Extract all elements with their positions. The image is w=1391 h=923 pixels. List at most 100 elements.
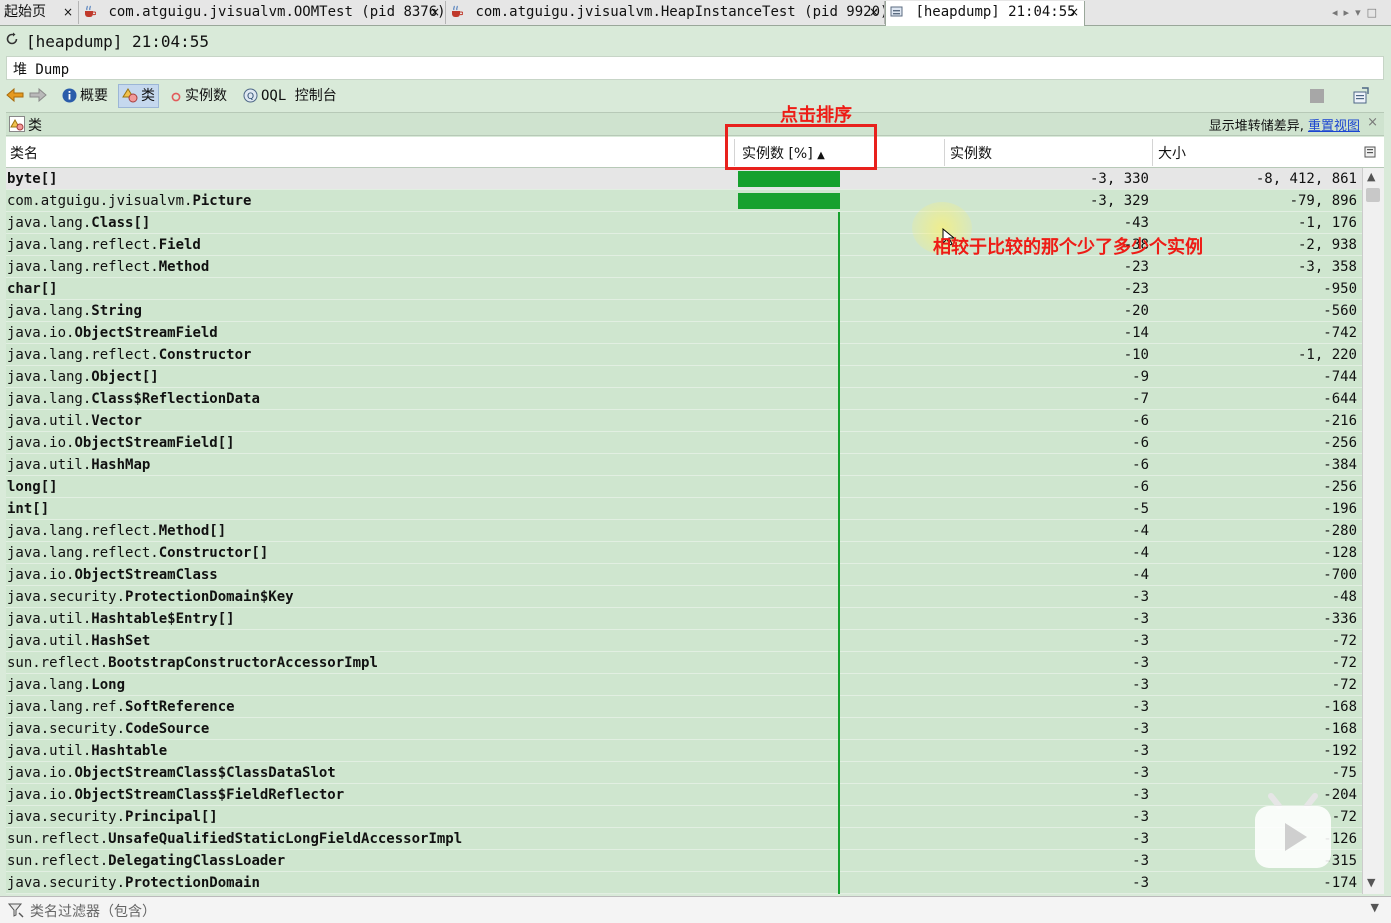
package-name: java.lang.reflect. [7,545,159,561]
annotation-diff-hint: 相较于比较的那个少了多少个实例 [933,237,1203,258]
table-row[interactable]: java.lang.ref.SoftReference -3 -168 [6,696,1362,718]
table-row[interactable]: sun.reflect.BootstrapConstructorAccessor… [6,652,1362,674]
classes-button[interactable]: 类 [118,84,159,108]
close-icon[interactable]: × [430,1,440,24]
back-button[interactable] [6,86,27,106]
table-row[interactable]: long[] -6 -256 [6,476,1362,498]
table-row[interactable]: java.lang.reflect.Constructor[] -4 -128 [6,542,1362,564]
table-row[interactable]: int[] -5 -196 [6,498,1362,520]
class-name-cell: int[] [7,498,49,520]
close-icon[interactable]: × [869,1,879,24]
table-row[interactable]: java.lang.Class[] -43 -1, 176 [6,212,1362,234]
table-row[interactable]: java.security.Principal[] -3 -72 [6,806,1362,828]
table-row[interactable]: java.io.ObjectStreamClass$ClassDataSlot -… [6,762,1362,784]
package-name: com.atguigu.jvisualvm. [7,193,193,209]
table-row[interactable]: java.util.HashMap -6 -384 [6,454,1362,476]
table-row[interactable]: java.security.ProtectionDomain$Key -3 -48 [6,586,1362,608]
size-cell: -216 [1323,413,1357,429]
view-title: [heapdump] 21:04:55 [26,32,210,51]
class-filter-input[interactable]: 类名过滤器（包含） [30,901,156,921]
table-row[interactable]: java.util.Hashtable$Entry[] -3 -336 [6,608,1362,630]
instance-percent-bar [838,212,840,234]
table-row[interactable]: java.lang.Object[] -9 -744 [6,366,1362,388]
instance-percent-bar [838,344,840,366]
reset-view-link[interactable]: 重置视图 [1308,119,1360,134]
class-name-cell: java.security.ProtectionDomain$Key [7,586,294,608]
chevron-down-icon[interactable]: ▼ [1371,901,1379,914]
table-row[interactable]: java.lang.String -20 -560 [6,300,1362,322]
table-row[interactable]: java.security.CodeSource -3 -168 [6,718,1362,740]
table-row[interactable]: java.lang.Long -3 -72 [6,674,1362,696]
column-chooser-icon[interactable] [1363,145,1377,159]
column-header-instances-pct[interactable]: 实例数 [%] ▲ [742,143,825,163]
column-header-instances[interactable]: 实例数 [950,143,992,163]
table-row[interactable]: java.lang.Class$ReflectionData -7 -644 [6,388,1362,410]
instances-cell: -6 [1132,479,1149,495]
class-filter-bar[interactable]: 类名过滤器（包含） ▼ [0,896,1391,923]
table-row[interactable]: java.io.ObjectStreamField -14 -742 [6,322,1362,344]
table-row[interactable]: java.lang.reflect.Method -23 -3, 358 [6,256,1362,278]
table-row[interactable]: sun.reflect.UnsafeQualifiedStaticLongFie… [6,828,1362,850]
instance-percent-bar [838,740,840,762]
class-name-cell: java.io.ObjectStreamClass$FieldReflector [7,784,344,806]
tab-oomtest[interactable]: com.atguigu.jvisualvm.OOMTest (pid 8376)… [79,1,446,24]
instances-cell: -14 [1123,325,1149,341]
table-row[interactable]: java.lang.reflect.Method[] -4 -280 [6,520,1362,542]
oql-console-button[interactable]: Q OQL 控制台 [243,86,337,106]
heap-dump-subtab[interactable]: 堆 Dump [6,56,1384,80]
table-row[interactable]: sun.reflect.DelegatingClassLoader -3 -315 [6,850,1362,872]
instances-cell: -5 [1132,501,1149,517]
scroll-up-icon[interactable]: ▲ [1367,170,1375,183]
forward-button[interactable] [29,86,50,106]
tab-start-page[interactable]: 起始页 × [0,1,79,24]
refresh-icon[interactable] [5,32,19,46]
column-header-class-name[interactable]: 类名 [10,143,38,163]
snapshot-icon[interactable] [1352,87,1370,105]
class-simple-name: Hashtable$Entry[] [91,611,235,627]
size-cell: -72 [1331,655,1357,671]
oql-label: OQL 控制台 [261,88,337,104]
table-row[interactable]: java.io.ObjectStreamClass -4 -700 [6,564,1362,586]
class-name-cell: char[] [7,278,58,300]
tab-heapinstancetest[interactable]: com.atguigu.jvisualvm.HeapInstanceTest (… [446,1,885,24]
table-row[interactable]: java.io.ObjectStreamClass$FieldReflector… [6,784,1362,806]
column-header-size[interactable]: 大小 [1158,143,1186,163]
table-row[interactable]: java.util.Vector -6 -216 [6,410,1362,432]
table-row[interactable]: java.io.ObjectStreamField[] -6 -256 [6,432,1362,454]
scroll-down-icon[interactable]: ▼ [1367,876,1375,889]
table-row[interactable]: java.util.HashSet -3 -72 [6,630,1362,652]
column-header-label: 实例数 [%] [742,146,813,162]
summary-button[interactable]: 概要 [62,86,108,106]
scroll-thumb[interactable] [1366,188,1380,202]
table-row[interactable]: java.security.ProtectionDomain -3 -174 [6,872,1362,894]
class-simple-name: Class$ReflectionData [91,391,260,407]
class-simple-name: Class[] [91,215,151,231]
classes-table[interactable]: byte[] -3, 330 -8, 412, 861 com.atguigu.jvi… [6,168,1362,894]
table-row[interactable]: byte[] -3, 330 -8, 412, 861 [6,168,1362,190]
tab-scroll-arrows[interactable]: ◂▸▾□ [1332,1,1383,24]
instance-percent-bar [838,652,840,674]
close-icon[interactable]: × [63,1,73,24]
close-icon[interactable]: × [1367,115,1378,130]
tab-heapdump[interactable]: [heapdump] 21:04:55 × [885,1,1085,26]
heapdump-icon [890,6,903,17]
table-row[interactable]: char[] -23 -950 [6,278,1362,300]
size-cell: -256 [1323,435,1357,451]
class-simple-name: ObjectStreamClass$FieldReflector [74,787,345,803]
class-name-cell: java.util.Hashtable$Entry[] [7,608,235,630]
size-cell: -168 [1323,699,1357,715]
table-row[interactable]: com.atguigu.jvisualvm.Picture -3, 329 -79,… [6,190,1362,212]
instances-cell: -3, 330 [1089,171,1149,187]
close-icon[interactable]: × [1069,1,1079,24]
size-cell: -280 [1323,523,1357,539]
vertical-scrollbar[interactable]: ▲ ▼ [1362,168,1384,894]
instance-percent-bar [838,454,840,476]
size-cell: -384 [1323,457,1357,473]
table-row[interactable]: java.util.Hashtable -3 -192 [6,740,1362,762]
instances-cell: -4 [1132,523,1149,539]
stop-icon[interactable] [1309,88,1325,104]
instances-button[interactable]: 实例数 [170,86,227,106]
table-row[interactable]: java.lang.reflect.Constructor -10 -1, 220 [6,344,1362,366]
instances-cell: -3, 329 [1089,193,1149,209]
instances-cell: -3 [1132,589,1149,605]
